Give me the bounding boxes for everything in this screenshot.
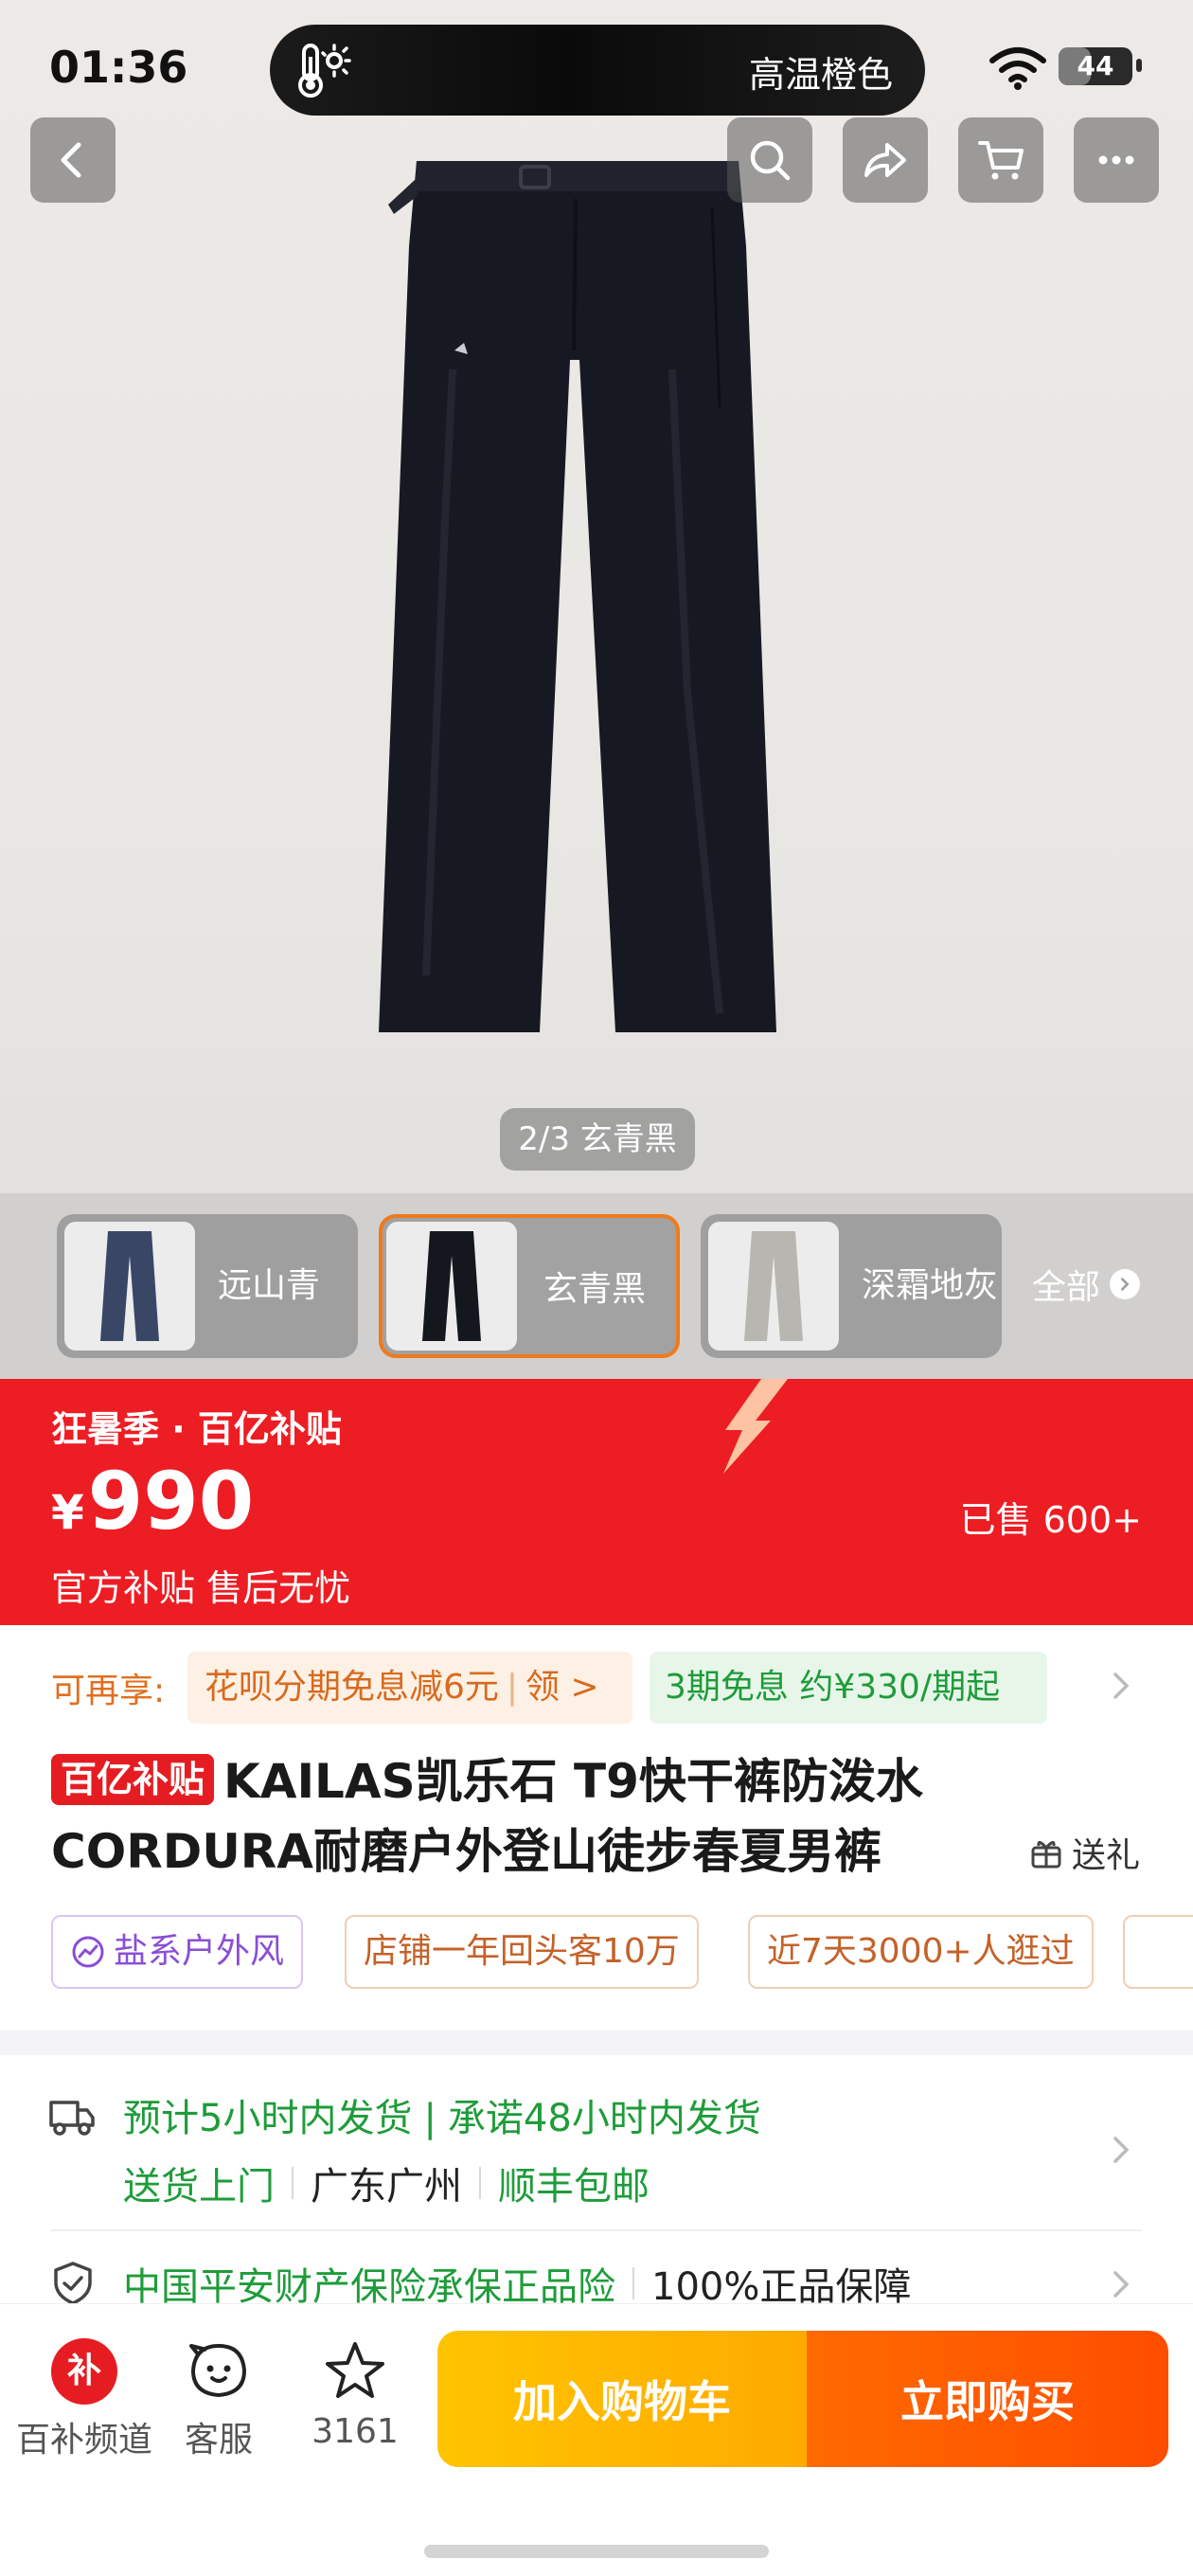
delivery-details[interactable]: 送货上门 广东广州 顺丰包邮 <box>123 2156 650 2210</box>
cart-icon <box>978 141 1024 180</box>
share-button[interactable] <box>843 117 928 203</box>
all-variants-label: 全部 <box>1032 1268 1101 1307</box>
subsidy-badge: 百亿补贴 <box>51 1754 215 1805</box>
delivery-method: 送货上门 <box>123 2165 275 2209</box>
section-divider <box>0 2030 1193 2055</box>
search-button[interactable] <box>727 117 812 203</box>
promo-title: 狂暑季 · 百亿补贴 <box>51 1408 342 1450</box>
chevron-right-icon <box>1113 2271 1130 2298</box>
chevron-right-icon <box>1110 1269 1141 1299</box>
subsidy-promo-banner: 狂暑季 · 百亿补贴 ¥ 990 已售 600+ 官方补贴 售后无忧 <box>0 1379 1193 1625</box>
variant-thumbnail <box>386 1222 517 1351</box>
customer-service-icon <box>189 2343 247 2398</box>
divider <box>632 2267 634 2299</box>
customer-service-button[interactable]: 客服 <box>148 2338 290 2461</box>
subsidy-channel-button[interactable]: 补 百补频道 <box>13 2338 155 2461</box>
divider <box>292 2167 294 2199</box>
variant-label: 远山青 <box>218 1266 321 1305</box>
tag-partial[interactable] <box>1123 1915 1193 1989</box>
variant-pants-image <box>422 1231 481 1341</box>
add-to-cart-button[interactable]: 加入购物车 <box>437 2331 807 2467</box>
variant-option[interactable]: 远山青 <box>57 1214 358 1358</box>
subsidy-channel-icon: 补 <box>51 2338 117 2405</box>
color-variant-strip[interactable]: 远山青 玄青黑 深霜地灰 <box>0 1193 1193 1379</box>
promo-subtitle: 官方补贴 售后无忧 <box>51 1567 351 1609</box>
payment-offers-row[interactable]: 可再享: 花呗分期免息减6元 | 领 > 3期免息 约¥330/期起 <box>0 1644 1193 1727</box>
favorite-button[interactable]: 3161 <box>284 2338 426 2451</box>
variant-pants-image <box>744 1231 803 1341</box>
wifi-icon <box>989 47 1046 90</box>
chevron-left-icon <box>61 142 81 178</box>
currency-symbol: ¥ <box>51 1485 84 1540</box>
customer-service-label: 客服 <box>184 2421 253 2460</box>
gift-icon <box>1031 1841 1061 1869</box>
claim-action: 领 > <box>525 1668 599 1707</box>
search-icon <box>750 140 791 181</box>
sold-count: 已售 600+ <box>959 1499 1142 1541</box>
more-icon <box>1098 155 1134 165</box>
shield-check-icon <box>54 2262 92 2305</box>
delivery-carrier: 顺丰包邮 <box>498 2165 650 2209</box>
price-value: 990 <box>87 1455 255 1547</box>
shipping-estimate-text: 预计5小时内发货 <box>123 2097 413 2140</box>
share-icon <box>864 143 906 177</box>
extra-offers-label: 可再享: <box>51 1672 166 1710</box>
tag[interactable]: 近7天3000+人逛过 <box>748 1915 1094 1989</box>
cart-button[interactable] <box>958 117 1043 203</box>
weather-alert-text: 高温橙色 <box>748 54 893 96</box>
all-variants-link[interactable]: 全部 <box>1032 1260 1141 1309</box>
image-counter: 2/3 玄青黑 <box>500 1108 695 1171</box>
product-tags: 盐系户外风 店铺一年回头客10万 近7天3000+人逛过 <box>0 1911 1193 1993</box>
subsidy-channel-label: 百补频道 <box>15 2421 152 2460</box>
delivery-location: 广东广州 <box>311 2165 462 2209</box>
product-photo-pants <box>379 161 776 1032</box>
product-title: 百亿补贴 KAILAS凯乐石 T9快干裤防泼水CORDURA耐磨户外登山徒步春夏男… <box>51 1746 998 1887</box>
delivery-truck-icon <box>49 2101 95 2136</box>
divider <box>479 2167 481 2199</box>
style-tag[interactable]: 盐系户外风 <box>51 1915 304 1989</box>
gift-label: 送礼 <box>1071 1836 1140 1875</box>
buy-now-button[interactable]: 立即购买 <box>807 2331 1168 2467</box>
status-icons: 44 <box>985 44 1174 91</box>
price: ¥ 990 <box>51 1455 254 1547</box>
home-indicator[interactable] <box>424 2545 769 2558</box>
huabei-offer-chip[interactable]: 花呗分期免息减6元 | 领 > <box>187 1652 632 1724</box>
dynamic-island-weather-alert[interactable]: 高温橙色 <box>270 25 925 116</box>
variant-option[interactable]: 深霜地灰 <box>701 1214 1002 1358</box>
product-image-gallery[interactable]: 01:36 高温橙色 44 2/3 玄青黑 <box>0 0 1193 1193</box>
trend-icon <box>72 1936 104 1968</box>
tag-label: 盐系户外风 <box>114 1932 285 1971</box>
battery-tip <box>1136 59 1142 72</box>
gift-button[interactable]: 送礼 <box>1028 1828 1140 1877</box>
thermometer-sun-icon <box>298 44 351 98</box>
product-detail-page: 01:36 高温橙色 44 2/3 玄青黑 远山青 玄青黑 深霜地灰 全部 狂暑… <box>0 0 1193 2576</box>
lightning-icon <box>723 1379 788 1474</box>
more-button[interactable] <box>1074 117 1159 203</box>
battery-icon: 44 <box>1059 47 1132 85</box>
shipping-promise-text: 承诺48小时内发货 <box>447 2097 761 2140</box>
row-divider <box>51 2229 1142 2231</box>
variant-label: 深霜地灰 <box>862 1266 999 1305</box>
shipping-estimate[interactable]: 预计5小时内发货 | 承诺48小时内发货 <box>123 2087 761 2142</box>
chevron-right-icon <box>1113 2137 1130 2163</box>
star-icon <box>326 2342 384 2398</box>
tag[interactable]: 店铺一年回头客10万 <box>345 1915 699 1989</box>
variant-pants-image <box>100 1231 159 1341</box>
favorite-count: 3161 <box>312 2412 399 2451</box>
back-button[interactable] <box>30 117 116 203</box>
variant-thumbnail <box>708 1222 839 1351</box>
variant-option[interactable]: 玄青黑 <box>379 1214 680 1358</box>
installment-chip[interactable]: 3期免息 约¥330/期起 <box>650 1652 1047 1724</box>
variant-label: 玄青黑 <box>543 1270 647 1309</box>
variant-thumbnail <box>64 1222 195 1351</box>
bottom-action-bar: 补 百补频道 客服 3161 加入购物车 立即购买 <box>0 2303 1193 2576</box>
status-time: 01:36 <box>49 42 188 93</box>
chevron-right-icon <box>1113 1673 1130 1699</box>
battery-level: 44 <box>1077 50 1114 81</box>
huabei-offer-text: 花呗分期免息减6元 <box>205 1668 499 1707</box>
